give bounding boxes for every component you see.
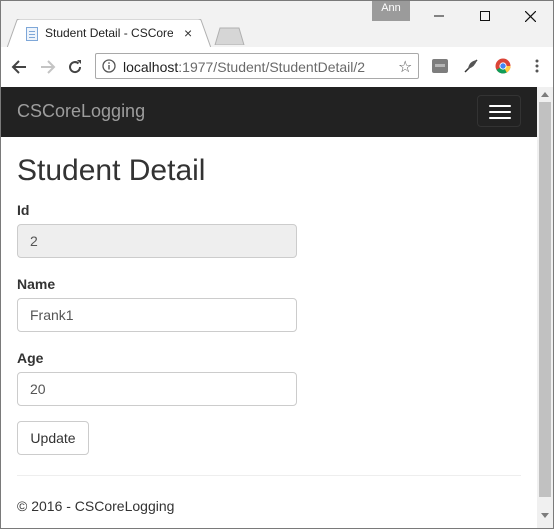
- reload-button[interactable]: [65, 57, 85, 77]
- tab-strip: Student Detail - CSCoreL × Ann: [1, 1, 553, 48]
- new-tab-button[interactable]: [213, 27, 245, 45]
- tab-title: Student Detail - CSCoreL: [45, 26, 173, 40]
- minimize-button[interactable]: [416, 1, 462, 31]
- extension-icon[interactable]: [432, 58, 448, 74]
- url-text[interactable]: localhost:1977/Student/StudentDetail/2: [123, 59, 365, 75]
- id-label: Id: [17, 202, 30, 218]
- browser-window: Student Detail - CSCoreL × Ann localhost…: [0, 0, 554, 529]
- page-title: Student Detail: [17, 154, 206, 187]
- id-field[interactable]: [17, 224, 297, 258]
- address-bar[interactable]: localhost:1977/Student/StudentDetail/2 ☆: [95, 53, 419, 79]
- url-path: :1977/Student/StudentDetail/2: [178, 59, 366, 75]
- feather-extension-icon[interactable]: [463, 58, 479, 74]
- url-host: localhost: [123, 59, 179, 75]
- minimize-icon: [434, 15, 444, 17]
- update-button[interactable]: Update: [17, 421, 89, 455]
- bookmark-star-icon[interactable]: ☆: [398, 57, 412, 77]
- scroll-up-icon[interactable]: [541, 92, 549, 97]
- back-button[interactable]: [9, 57, 29, 77]
- profile-badge[interactable]: Ann: [372, 1, 410, 21]
- footer-divider: [17, 475, 521, 476]
- hamburger-icon: [489, 111, 511, 113]
- hamburger-icon: [489, 105, 511, 107]
- top-navbar: CSCoreLogging: [1, 87, 537, 137]
- scrollbar-thumb[interactable]: [539, 102, 551, 497]
- forward-button[interactable]: [38, 57, 58, 77]
- page-scrollbar[interactable]: [537, 87, 553, 528]
- close-icon: [524, 10, 536, 22]
- info-icon[interactable]: [102, 59, 116, 73]
- tab-close-icon[interactable]: ×: [184, 25, 192, 41]
- reload-icon: [69, 60, 82, 74]
- menu-dots-icon[interactable]: [529, 58, 545, 74]
- browser-toolbar: localhost:1977/Student/StudentDetail/2 ☆: [1, 47, 553, 88]
- hamburger-icon: [489, 117, 511, 119]
- maximize-button[interactable]: [462, 1, 508, 31]
- maximize-icon: [480, 11, 490, 21]
- navbar-toggle-button[interactable]: [477, 95, 521, 127]
- chrome-extension-icon[interactable]: [495, 58, 511, 74]
- scroll-down-icon[interactable]: [541, 513, 549, 518]
- page-viewport: CSCoreLogging Student Detail Id Name Age…: [1, 87, 537, 528]
- age-field[interactable]: [17, 372, 297, 406]
- page-icon: [26, 27, 38, 41]
- arrow-left-icon: [11, 60, 26, 74]
- close-window-button[interactable]: [507, 1, 553, 31]
- name-field[interactable]: [17, 298, 297, 332]
- brand-link[interactable]: CSCoreLogging: [17, 101, 145, 122]
- age-label: Age: [17, 350, 44, 366]
- footer-text: © 2016 - CSCoreLogging: [17, 498, 175, 514]
- arrow-right-icon: [41, 60, 56, 74]
- name-label: Name: [17, 276, 56, 292]
